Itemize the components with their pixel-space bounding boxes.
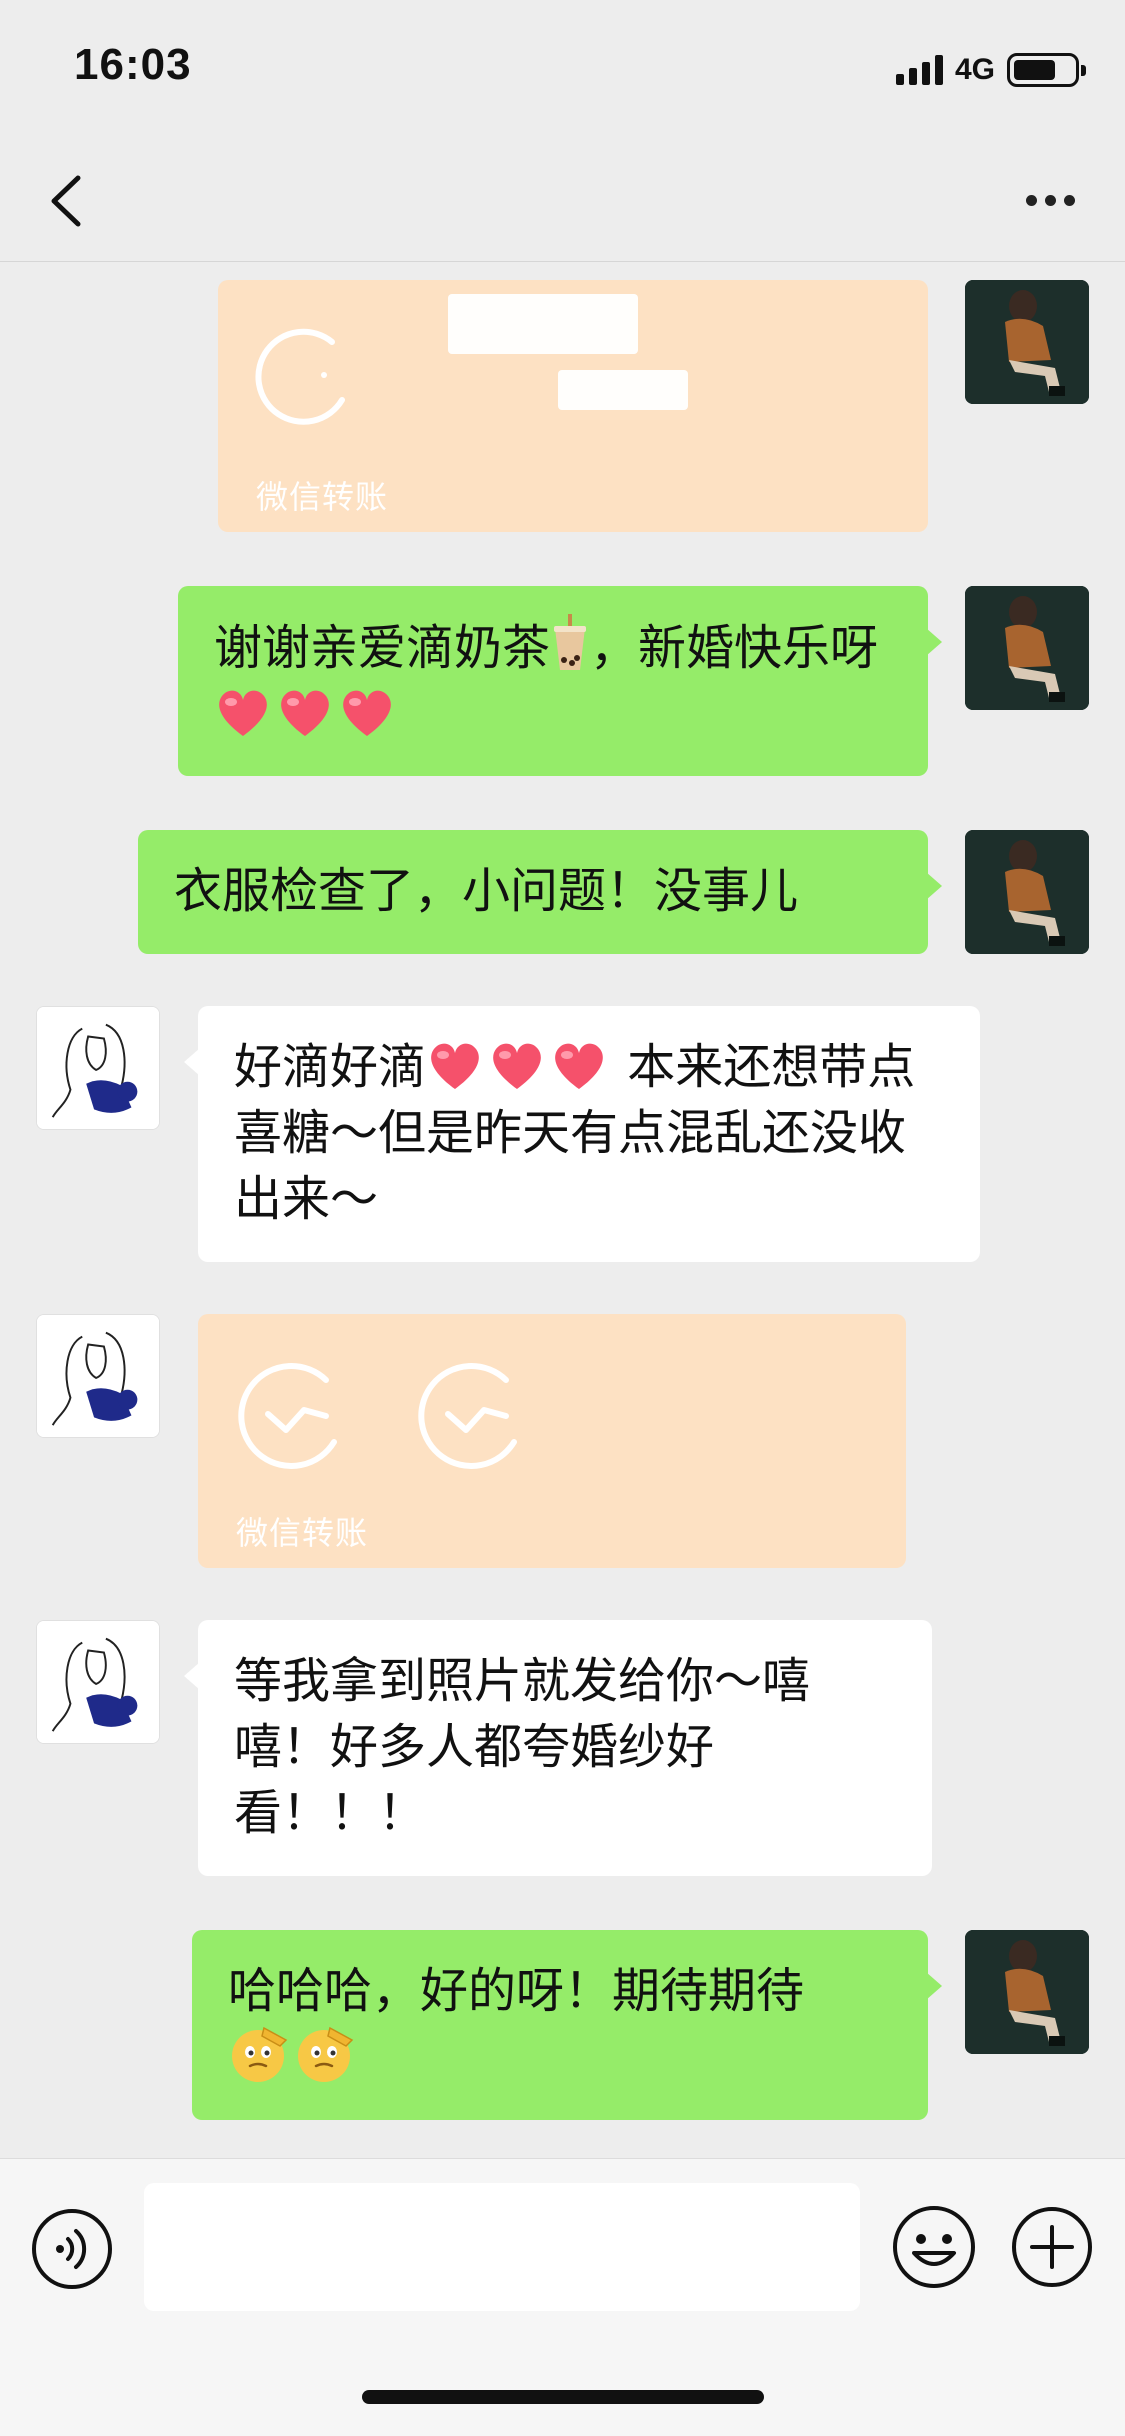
status-indicators: 4G xyxy=(895,50,1086,90)
heart-emoji xyxy=(338,686,396,738)
heart-emoji xyxy=(276,686,334,738)
more-dots-icon xyxy=(1025,194,1037,206)
message-bubble[interactable]: 好滴好滴 本来还想带点喜糖～但是昨天有点混乱还没收出来～ xyxy=(184,1006,980,1262)
transfer-label: 微信转账 xyxy=(236,1514,369,1552)
avatar-illustration xyxy=(37,1621,159,1743)
status-time: 16:03 xyxy=(74,40,192,89)
transfer-received-icon xyxy=(414,1354,534,1474)
transfer-received-icon xyxy=(234,1354,354,1474)
avatar-contact[interactable] xyxy=(36,1620,160,1744)
back-button[interactable] xyxy=(40,168,100,234)
message-text: 好滴好滴 xyxy=(234,1039,427,1095)
network-label: 4G xyxy=(954,53,995,86)
avatar-photo xyxy=(965,1930,1089,2054)
avatar-contact[interactable] xyxy=(36,1006,160,1130)
avatar-me[interactable] xyxy=(965,586,1089,710)
avatar-me[interactable] xyxy=(965,1930,1089,2054)
signal-icon xyxy=(895,55,943,85)
message-text: 等我拿到照片就发给你～嘻嘻！好多人都夸婚纱好看！！！ xyxy=(234,1653,811,1841)
voice-icon xyxy=(32,2209,112,2289)
transfer-card[interactable]: 微信转账 xyxy=(198,1314,906,1568)
message-text-continued: ，新婚快乐呀 xyxy=(590,620,879,676)
emoji-button[interactable] xyxy=(890,2203,978,2291)
avatar-me[interactable] xyxy=(965,830,1089,954)
avatar-photo xyxy=(965,830,1089,954)
heart-emoji xyxy=(214,686,272,738)
avatar-illustration xyxy=(37,1315,159,1437)
message-text: 哈哈哈，好的呀！期待期待 xyxy=(228,1963,805,2019)
avatar-contact[interactable] xyxy=(36,1314,160,1438)
transfer-card[interactable]: 微信转账 xyxy=(218,280,928,532)
salute-face-emoji xyxy=(228,2024,288,2084)
avatar-me[interactable] xyxy=(965,280,1089,404)
heart-emoji xyxy=(488,1039,546,1091)
message-text: 谢谢亲爱滴奶茶 xyxy=(214,620,551,676)
status-bar: 16:03 4G xyxy=(0,0,1125,140)
chevron-left-icon xyxy=(51,175,81,227)
heart-emoji xyxy=(426,1039,484,1091)
redacted-note xyxy=(558,370,688,410)
message-input[interactable] xyxy=(144,2183,860,2311)
emoji-icon xyxy=(893,2206,975,2288)
message-text: 衣服检查了，小问题！没事儿 xyxy=(174,863,799,919)
battery-fill xyxy=(1014,60,1055,80)
avatar-illustration xyxy=(37,1007,159,1129)
avatar-photo xyxy=(965,586,1089,710)
transfer-icon xyxy=(254,320,364,430)
message-bubble[interactable]: 哈哈哈，好的呀！期待期待 xyxy=(192,1930,942,2120)
salute-face-emoji xyxy=(294,2024,354,2084)
home-indicator[interactable] xyxy=(362,2390,764,2404)
nav-bar xyxy=(0,140,1125,262)
message-list[interactable]: 微信转账 谢谢亲爱滴奶茶 ，新婚快乐呀 衣服检查了，小问题！没事儿 好滴好滴 本… xyxy=(0,262,1125,2158)
redacted-amount xyxy=(448,294,638,354)
avatar-photo xyxy=(965,280,1089,404)
heart-emoji xyxy=(550,1039,608,1091)
plus-icon xyxy=(1012,2207,1092,2287)
bubble-tea-emoji xyxy=(550,614,590,672)
more-actions-button[interactable] xyxy=(1010,2205,1094,2289)
message-bubble[interactable]: 等我拿到照片就发给你～嘻嘻！好多人都夸婚纱好看！！！ xyxy=(184,1620,932,1876)
voice-button[interactable] xyxy=(30,2207,114,2291)
more-button[interactable] xyxy=(1015,170,1085,230)
battery-icon xyxy=(1007,53,1086,87)
transfer-label: 微信转账 xyxy=(256,478,389,516)
message-bubble[interactable]: 谢谢亲爱滴奶茶 ，新婚快乐呀 xyxy=(178,586,942,776)
message-bubble[interactable]: 衣服检查了，小问题！没事儿 xyxy=(138,830,942,954)
